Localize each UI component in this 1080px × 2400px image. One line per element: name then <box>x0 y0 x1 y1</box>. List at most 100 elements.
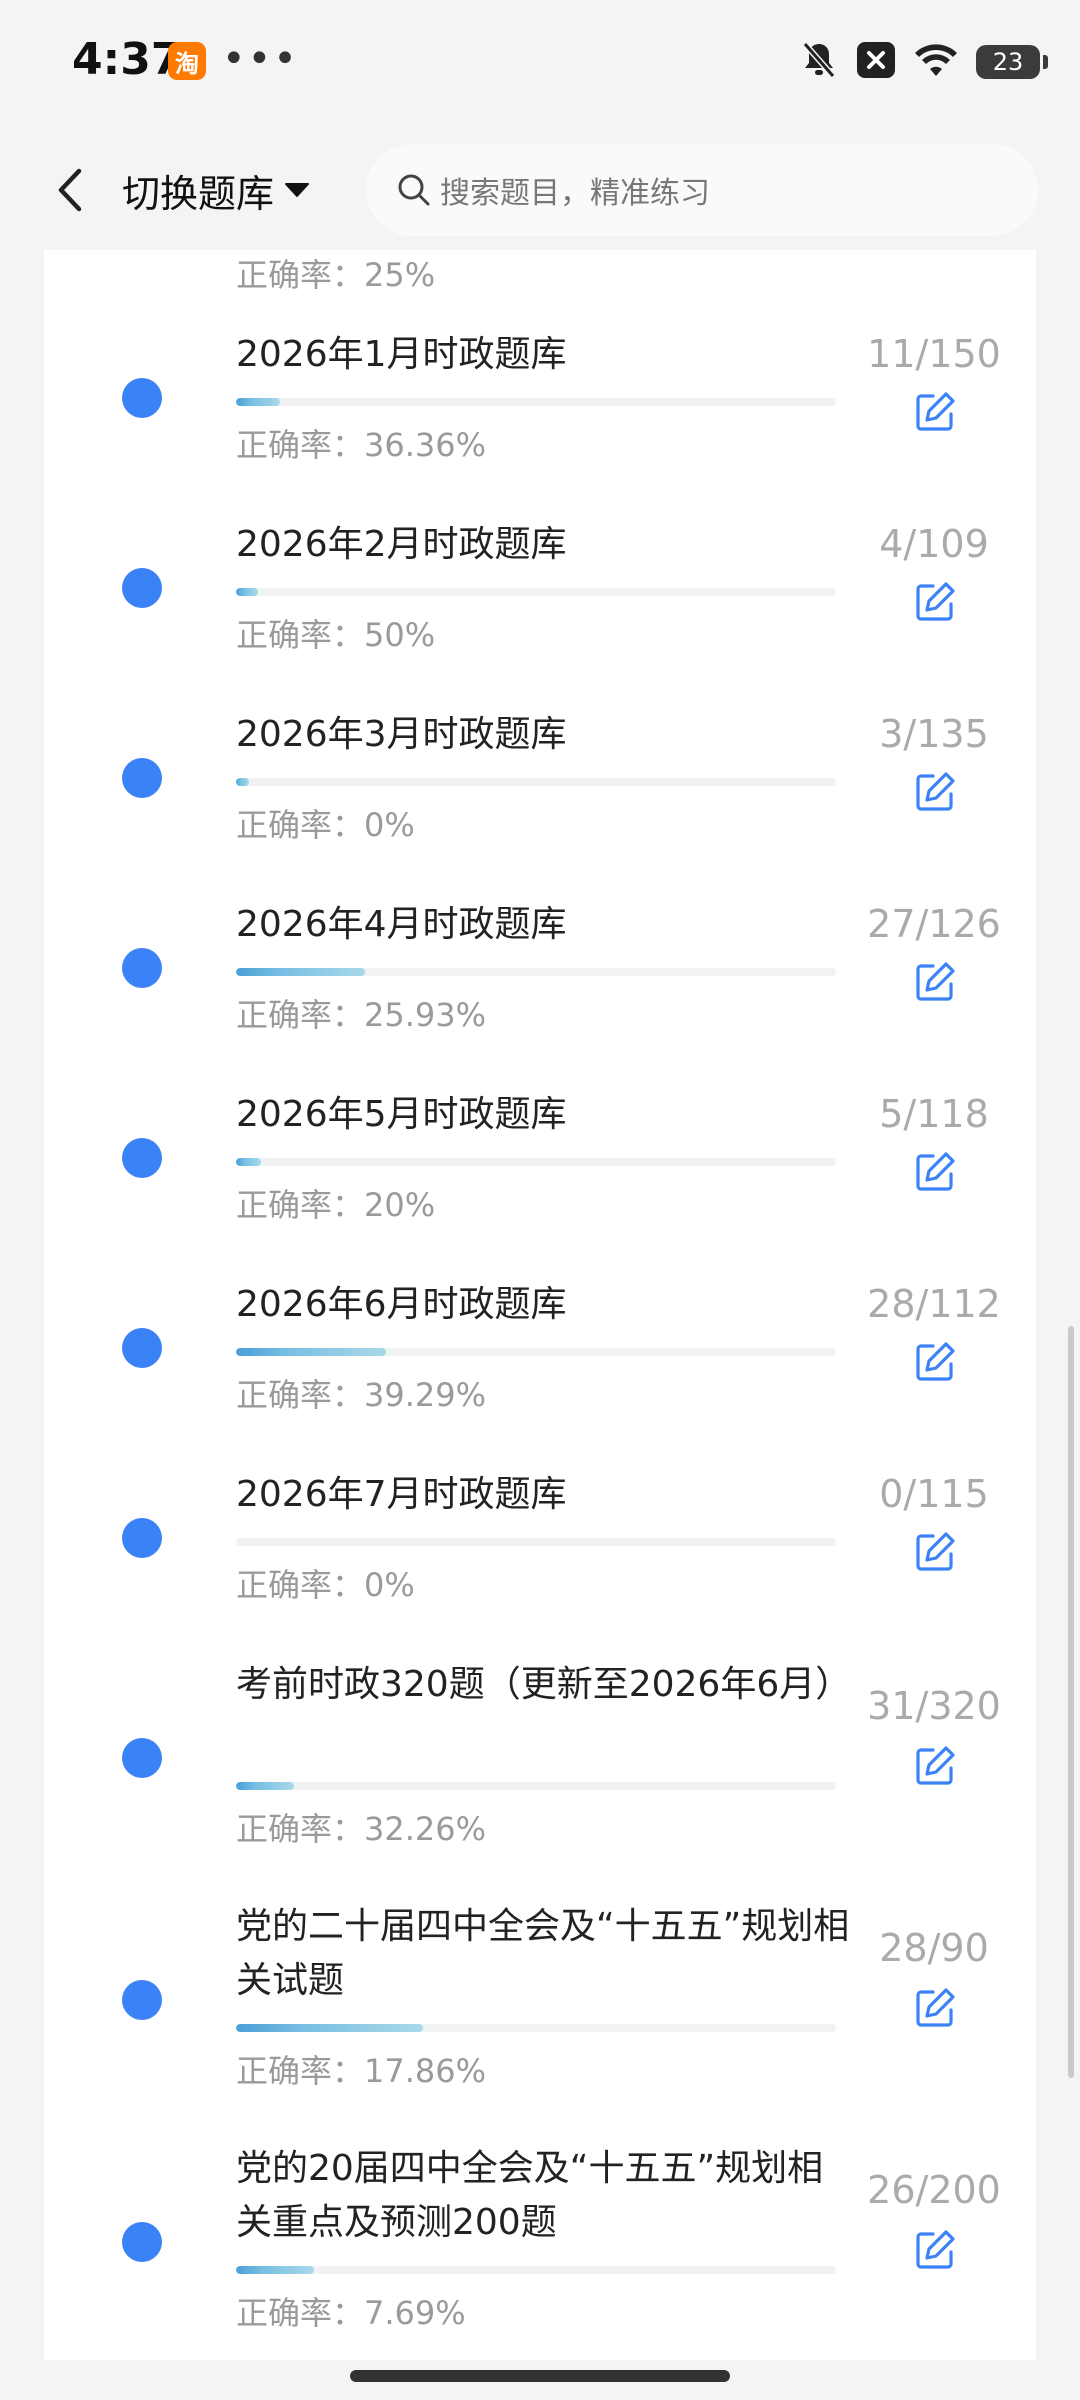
progress-fill <box>236 2024 423 2032</box>
search-input[interactable]: 搜索题目，精准练习 <box>366 144 1038 236</box>
progress-track <box>236 1538 836 1546</box>
status-dot <box>122 1138 162 1178</box>
item-accuracy: 正确率：25.93% <box>236 996 487 1034</box>
more-notifications-icon: ••• <box>222 36 299 82</box>
status-time: 4:37 <box>72 34 182 85</box>
list-item[interactable]: 2026年6月时政题库 正确率：39.29% 28/112 <box>44 1278 1036 1442</box>
item-title: 党的二十届四中全会及“十五五”规划相关试题 <box>236 1906 850 2001</box>
progress-fill <box>236 1158 262 1166</box>
status-dot <box>122 2222 162 2262</box>
status-dot <box>122 1980 162 2020</box>
list-item[interactable]: 2026年5月时政题库 正确率：20% 5/118 <box>44 1088 1036 1252</box>
list-item[interactable]: 考前时政320题（更新至2026年6月） 正确率：32.26% 31/320 <box>44 1658 1036 1876</box>
item-title: 2026年6月时政题库 <box>236 1284 567 1325</box>
status-icons: 23 <box>800 40 1048 84</box>
bell-muted-icon <box>800 40 838 84</box>
list-item[interactable]: 党的20届四中全会及“十五五”规划相关重点及预测200题正确率：7.69% 26/… <box>44 2142 1036 2360</box>
status-bar: 4:37 淘 ••• 23 <box>0 0 1080 120</box>
item-count: 5/118 <box>879 1092 989 1136</box>
home-indicator[interactable] <box>350 2370 730 2382</box>
item-accuracy: 正确率：39.29% <box>236 1376 487 1414</box>
status-dot <box>122 1328 162 1368</box>
status-dot <box>122 948 162 988</box>
progress-fill <box>236 1348 386 1356</box>
edit-icon[interactable] <box>913 390 957 434</box>
status-dot <box>122 758 162 798</box>
list-item[interactable]: 2026年3月时政题库 正确率：0% 3/135 <box>44 708 1036 872</box>
progress-track <box>236 1348 836 1356</box>
item-title: 2026年4月时政题库 <box>236 904 567 945</box>
back-button[interactable] <box>40 160 100 220</box>
item-accuracy: 正确率：36.36% <box>236 426 487 464</box>
edit-icon[interactable] <box>913 1150 957 1194</box>
item-title: 2026年2月时政题库 <box>236 524 567 565</box>
search-icon <box>396 172 432 208</box>
progress-track <box>236 2024 836 2032</box>
progress-track <box>236 2266 836 2274</box>
item-count: 26/200 <box>867 2168 1001 2212</box>
item-accuracy: 正确率：0% <box>236 1566 415 1604</box>
question-bank-list: 正确率：25% 2026年1月时政题库 正确率：36.36% 11/150 2026年… <box>44 250 1036 2360</box>
taobao-app-icon: 淘 <box>168 42 206 80</box>
chevron-left-icon <box>58 168 82 212</box>
status-dot <box>122 1738 162 1778</box>
progress-track <box>236 968 836 976</box>
progress-track <box>236 1158 836 1166</box>
switch-bank-dropdown[interactable]: 切换题库 <box>122 158 310 222</box>
progress-fill <box>236 588 259 596</box>
status-dot <box>122 378 162 418</box>
progress-fill <box>236 778 250 786</box>
item-count: 3/135 <box>879 712 989 756</box>
progress-track <box>236 1782 836 1790</box>
edit-icon[interactable] <box>913 1986 957 2030</box>
status-dot <box>122 1518 162 1558</box>
item-count: 28/112 <box>867 1282 1001 1326</box>
item-accuracy: 正确率：0% <box>236 806 415 844</box>
caret-down-icon <box>285 183 310 197</box>
item-title: 党的20届四中全会及“十五五”规划相关重点及预测200题 <box>236 2148 824 2243</box>
item-title: 2026年7月时政题库 <box>236 1474 567 1515</box>
wifi-icon <box>914 42 958 82</box>
item-count: 0/115 <box>879 1472 989 1516</box>
search-placeholder: 搜索题目，精准练习 <box>440 176 710 211</box>
item-count: 31/320 <box>867 1684 1001 1728</box>
battery-icon: 23 <box>976 45 1048 79</box>
progress-fill <box>236 2266 314 2274</box>
edit-icon[interactable] <box>913 580 957 624</box>
list-item[interactable]: 2026年4月时政题库 正确率：25.93% 27/126 <box>44 898 1036 1062</box>
item-accuracy: 正确率：7.69% <box>236 2294 466 2332</box>
item-title: 2026年3月时政题库 <box>236 714 567 755</box>
edit-icon[interactable] <box>913 960 957 1004</box>
item-title: 2026年1月时政题库 <box>236 334 567 375</box>
item-count: 4/109 <box>879 522 989 566</box>
progress-fill <box>236 398 280 406</box>
top-nav: 切换题库 搜索题目，精准练习 <box>0 130 1080 250</box>
list-item[interactable]: 党的二十届四中全会及“十五五”规划相关试题正确率：17.86% 28/90 <box>44 1900 1036 2118</box>
list-item[interactable]: 2026年2月时政题库 正确率：50% 4/109 <box>44 518 1036 682</box>
edit-icon[interactable] <box>913 1744 957 1788</box>
edit-icon[interactable] <box>913 2228 957 2272</box>
item-accuracy: 正确率：17.86% <box>236 2052 487 2090</box>
item-title: 考前时政320题（更新至2026年6月） <box>236 1664 852 1705</box>
list-item[interactable]: 2026年7月时政题库 正确率：0% 0/115 <box>44 1468 1036 1632</box>
progress-fill <box>236 1782 295 1790</box>
item-accuracy: 正确率：50% <box>236 616 436 654</box>
close-box-icon <box>856 41 896 83</box>
progress-track <box>236 778 836 786</box>
item-count: 11/150 <box>867 332 1001 376</box>
switch-bank-label: 切换题库 <box>122 171 275 216</box>
item-count: 27/126 <box>867 902 1001 946</box>
progress-fill <box>236 968 365 976</box>
item-accuracy: 正确率：32.26% <box>236 1810 487 1848</box>
list-item[interactable]: 2026年1月时政题库 正确率：36.36% 11/150 <box>44 328 1036 492</box>
scrollbar[interactable] <box>1068 1326 1074 2078</box>
item-accuracy: 正确率：20% <box>236 1186 436 1224</box>
edit-icon[interactable] <box>913 770 957 814</box>
edit-icon[interactable] <box>913 1530 957 1574</box>
item-count: 28/90 <box>879 1926 989 1970</box>
progress-track <box>236 588 836 596</box>
status-dot <box>122 568 162 608</box>
progress-track <box>236 398 836 406</box>
edit-icon[interactable] <box>913 1340 957 1384</box>
item-title: 2026年5月时政题库 <box>236 1094 567 1135</box>
